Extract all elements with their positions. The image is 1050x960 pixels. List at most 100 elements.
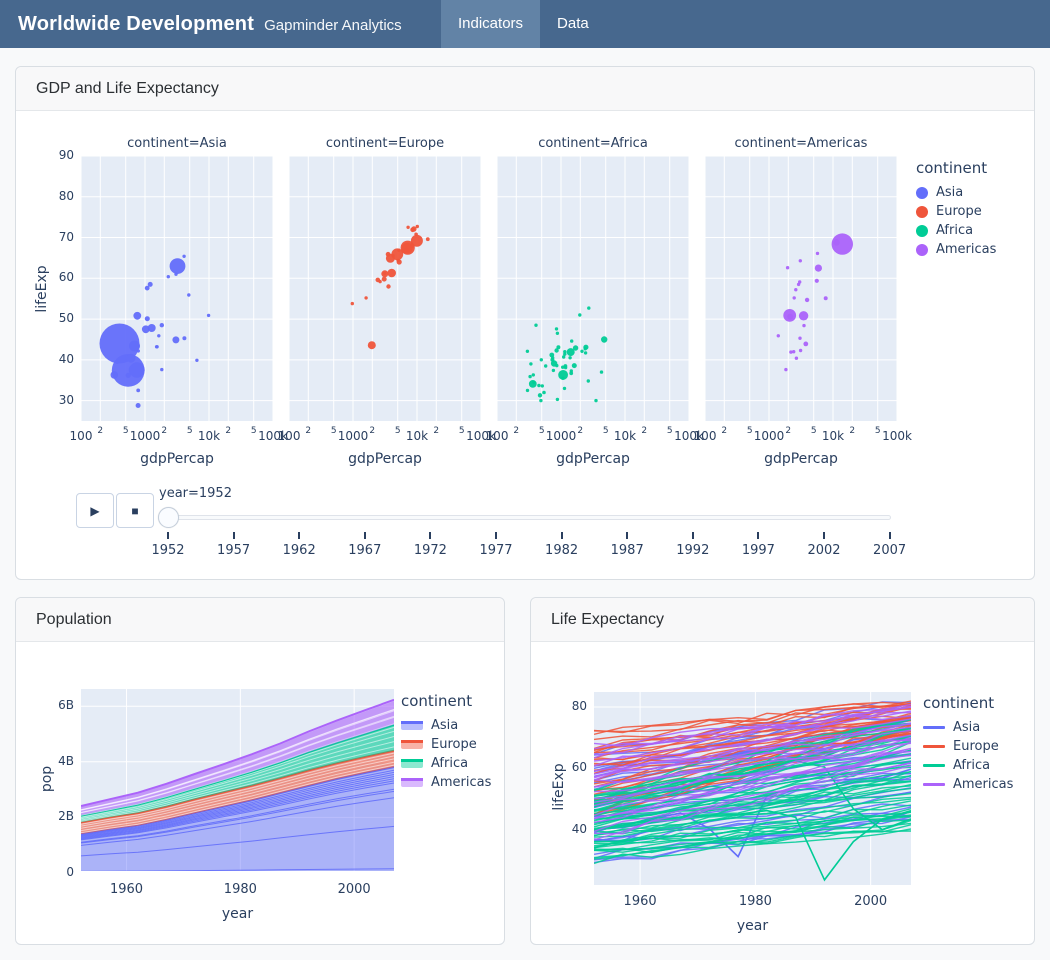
country-bubble[interactable] (584, 351, 587, 354)
country-bubble[interactable] (127, 354, 136, 363)
country-bubble[interactable] (787, 314, 793, 320)
country-bubble[interactable] (803, 342, 808, 347)
country-bubble[interactable] (786, 266, 789, 269)
country-bubble[interactable] (534, 324, 537, 327)
country-bubble[interactable] (160, 323, 164, 327)
legend-item-europe[interactable]: Europe (916, 202, 996, 221)
country-bubble[interactable] (573, 345, 578, 350)
country-bubble[interactable] (396, 259, 399, 262)
country-bubble[interactable] (411, 235, 423, 247)
country-bubble[interactable] (155, 345, 158, 348)
country-bubble[interactable] (187, 293, 190, 296)
country-bubble[interactable] (556, 398, 559, 401)
navbar-brand[interactable]: Worldwide Development Gapminder Analytic… (0, 13, 402, 36)
country-bubble[interactable] (382, 277, 387, 282)
country-bubble[interactable] (207, 314, 210, 317)
country-bubble[interactable] (526, 389, 529, 392)
facet-plot-americas[interactable] (705, 156, 897, 421)
country-bubble[interactable] (777, 334, 780, 337)
country-bubble[interactable] (167, 275, 170, 278)
country-bubble[interactable] (570, 339, 573, 342)
country-bubble[interactable] (544, 364, 547, 367)
country-bubble[interactable] (570, 369, 573, 372)
country-bubble[interactable] (789, 350, 792, 353)
stop-button[interactable]: ■ (116, 493, 154, 528)
country-bubble[interactable] (578, 313, 581, 316)
country-bubble[interactable] (182, 336, 186, 340)
country-bubble[interactable] (386, 254, 395, 263)
country-bubble[interactable] (136, 389, 140, 393)
tab-data[interactable]: Data (540, 0, 606, 48)
country-bubble[interactable] (798, 280, 801, 283)
country-bubble[interactable] (148, 282, 153, 287)
country-bubble[interactable] (815, 265, 822, 272)
year-slider-handle[interactable] (158, 507, 179, 528)
year-slider-track[interactable] (166, 515, 891, 520)
legend-item-africa[interactable]: Africa (401, 754, 491, 773)
country-bubble[interactable] (426, 237, 430, 241)
country-bubble[interactable] (148, 324, 156, 332)
country-bubble[interactable] (182, 255, 185, 258)
country-bubble[interactable] (406, 226, 409, 229)
country-bubble[interactable] (526, 350, 529, 353)
country-bubble[interactable] (555, 327, 558, 330)
country-bubble[interactable] (172, 336, 179, 343)
play-button[interactable]: ▶ (76, 493, 114, 528)
country-bubble[interactable] (794, 288, 797, 291)
facet-plot-africa[interactable] (497, 156, 689, 421)
legend-item-asia[interactable]: Asia (923, 718, 1013, 737)
country-bubble[interactable] (539, 399, 542, 402)
country-bubble[interactable] (542, 391, 546, 395)
country-bubble[interactable] (157, 334, 160, 337)
country-bubble[interactable] (550, 358, 554, 362)
facet-plot-asia[interactable] (81, 156, 273, 421)
country-bubble[interactable] (528, 375, 531, 378)
country-bubble[interactable] (160, 368, 163, 371)
country-bubble[interactable] (529, 380, 537, 388)
legend-item-asia[interactable]: Asia (916, 183, 996, 202)
legend-item-africa[interactable]: Africa (916, 221, 996, 240)
country-bubble[interactable] (805, 298, 809, 302)
country-bubble[interactable] (600, 370, 603, 373)
country-bubble[interactable] (537, 384, 540, 387)
country-bubble[interactable] (136, 403, 141, 408)
country-bubble[interactable] (795, 357, 798, 360)
country-bubble[interactable] (111, 371, 119, 379)
country-bubble[interactable] (563, 350, 566, 353)
country-bubble[interactable] (532, 373, 535, 376)
country-bubble[interactable] (538, 393, 542, 397)
country-bubble[interactable] (572, 363, 577, 368)
country-bubble[interactable] (129, 362, 144, 377)
country-bubble[interactable] (815, 279, 819, 283)
country-bubble[interactable] (555, 364, 558, 367)
country-bubble[interactable] (364, 296, 367, 299)
country-bubble[interactable] (563, 387, 566, 390)
country-bubble[interactable] (554, 348, 558, 352)
country-bubble[interactable] (562, 355, 565, 358)
country-bubble[interactable] (799, 349, 802, 352)
legend-item-europe[interactable]: Europe (923, 737, 1013, 756)
legend-item-americas[interactable]: Americas (401, 773, 491, 792)
country-bubble[interactable] (540, 358, 543, 361)
country-bubble[interactable] (386, 284, 390, 288)
country-bubble[interactable] (195, 359, 198, 362)
legend-item-africa[interactable]: Africa (923, 756, 1013, 775)
country-bubble[interactable] (798, 337, 801, 340)
country-bubble[interactable] (568, 356, 571, 359)
country-bubble[interactable] (587, 379, 590, 382)
country-bubble[interactable] (170, 258, 186, 274)
country-bubble[interactable] (381, 270, 388, 277)
country-bubble[interactable] (824, 296, 828, 300)
country-bubble[interactable] (145, 316, 150, 321)
country-bubble[interactable] (368, 341, 376, 349)
legend-item-asia[interactable]: Asia (401, 716, 491, 735)
country-bubble[interactable] (387, 269, 396, 278)
country-bubble[interactable] (556, 332, 559, 335)
country-bubble[interactable] (558, 370, 568, 380)
country-bubble[interactable] (549, 353, 554, 358)
country-bubble[interactable] (351, 302, 354, 305)
country-bubble[interactable] (564, 366, 567, 369)
country-bubble[interactable] (378, 280, 381, 283)
country-bubble[interactable] (129, 341, 140, 352)
country-bubble[interactable] (793, 296, 796, 299)
